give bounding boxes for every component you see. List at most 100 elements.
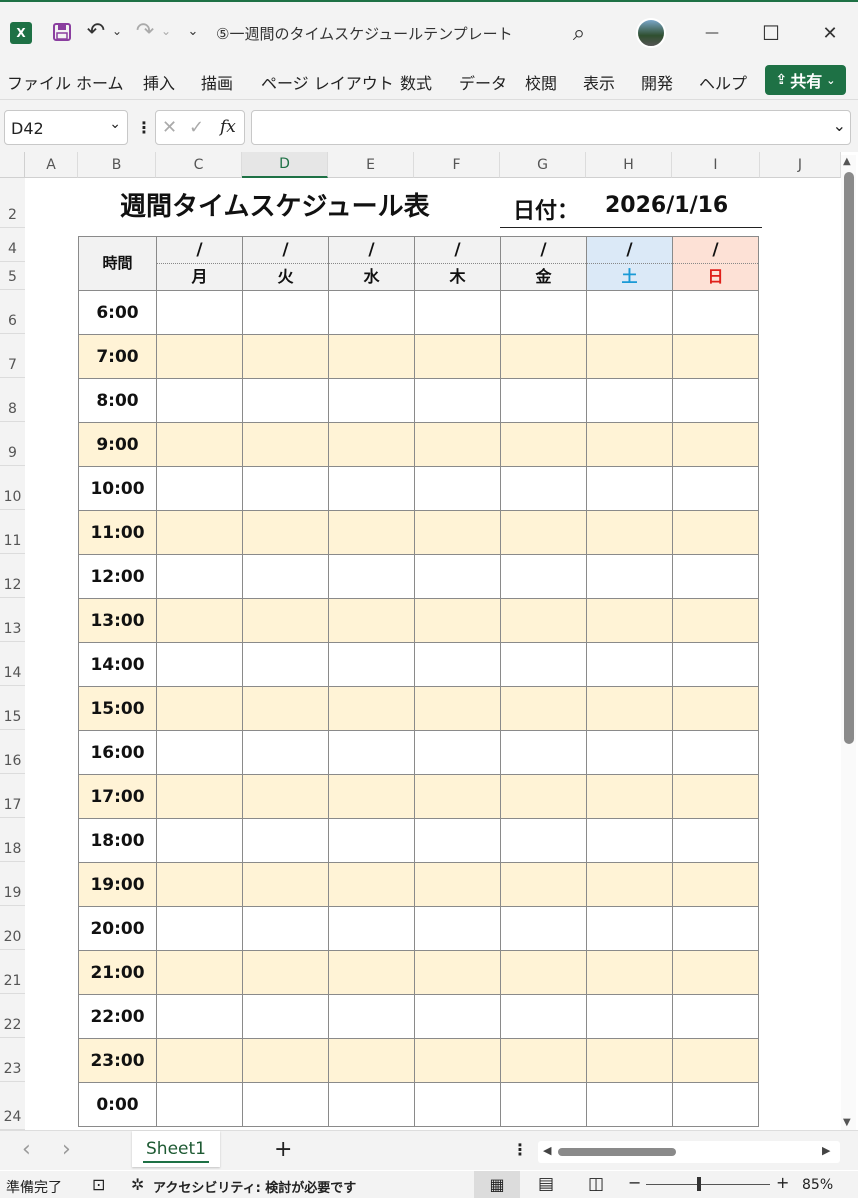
scroll-up-icon[interactable]: ▲ (843, 156, 851, 167)
row-header-9[interactable]: 9 (0, 422, 25, 466)
schedule-cell[interactable] (672, 378, 759, 423)
next-sheet-icon[interactable]: › (62, 1137, 71, 1162)
column-header-e[interactable]: E (328, 152, 414, 178)
row-header-10[interactable]: 10 (0, 466, 25, 510)
time-cell[interactable]: 13:00 (78, 598, 157, 643)
column-header-h[interactable]: H (586, 152, 672, 178)
schedule-cell[interactable] (586, 862, 673, 907)
schedule-cell[interactable] (156, 1082, 243, 1127)
schedule-cell[interactable] (242, 466, 329, 511)
zoom-slider[interactable] (646, 1184, 770, 1185)
schedule-cell[interactable] (672, 994, 759, 1039)
schedule-cell[interactable] (328, 290, 415, 335)
row-header-5[interactable]: 5 (0, 262, 25, 290)
schedule-cell[interactable] (672, 774, 759, 819)
schedule-cell[interactable] (414, 642, 501, 687)
schedule-cell[interactable] (242, 774, 329, 819)
zoom-slider-thumb[interactable] (697, 1177, 701, 1191)
schedule-cell[interactable] (414, 950, 501, 995)
row-header-24[interactable]: 24 (0, 1082, 25, 1130)
time-cell[interactable]: 22:00 (78, 994, 157, 1039)
schedule-cell[interactable] (586, 1082, 673, 1127)
schedule-cell[interactable] (500, 1082, 587, 1127)
schedule-cell[interactable] (242, 862, 329, 907)
schedule-cell[interactable] (328, 774, 415, 819)
select-all-corner[interactable] (0, 152, 25, 178)
time-cell[interactable]: 21:00 (78, 950, 157, 995)
column-header-g[interactable]: G (500, 152, 586, 178)
schedule-cell[interactable] (242, 1038, 329, 1083)
schedule-cell[interactable] (672, 422, 759, 467)
schedule-cell[interactable] (328, 818, 415, 863)
schedule-cell[interactable] (586, 774, 673, 819)
schedule-cell[interactable] (672, 862, 759, 907)
schedule-cell[interactable] (500, 774, 587, 819)
schedule-cell[interactable] (328, 642, 415, 687)
schedule-cell[interactable] (242, 510, 329, 555)
schedule-cell[interactable] (586, 818, 673, 863)
menu-review[interactable]: 校閲 (525, 70, 557, 94)
schedule-cell[interactable] (672, 950, 759, 995)
more-options-icon[interactable]: ⋮ (136, 118, 152, 137)
schedule-cell[interactable] (500, 378, 587, 423)
schedule-cell[interactable] (242, 950, 329, 995)
schedule-cell[interactable] (672, 906, 759, 951)
schedule-cell[interactable] (156, 1038, 243, 1083)
schedule-cell[interactable] (500, 334, 587, 379)
row-header-18[interactable]: 18 (0, 818, 25, 862)
schedule-cell[interactable] (328, 510, 415, 555)
schedule-cell[interactable] (672, 1038, 759, 1083)
schedule-cell[interactable] (500, 290, 587, 335)
schedule-cell[interactable] (500, 730, 587, 775)
date-label[interactable]: 日付： (513, 193, 579, 225)
schedule-cell[interactable] (672, 686, 759, 731)
schedule-cell[interactable] (586, 466, 673, 511)
zoom-level[interactable]: 85% (802, 1177, 833, 1193)
schedule-cell[interactable] (156, 510, 243, 555)
schedule-cell[interactable] (500, 554, 587, 599)
row-header-8[interactable]: 8 (0, 378, 25, 422)
search-icon[interactable]: ⌕ (566, 20, 592, 46)
schedule-cell[interactable] (586, 730, 673, 775)
redo-dropdown-icon[interactable]: ⌄ (159, 20, 173, 42)
schedule-cell[interactable] (586, 510, 673, 555)
schedule-cell[interactable] (156, 422, 243, 467)
schedule-cell[interactable] (242, 598, 329, 643)
schedule-cell[interactable] (414, 1082, 501, 1127)
schedule-cell[interactable] (328, 1082, 415, 1127)
time-cell[interactable]: 7:00 (78, 334, 157, 379)
schedule-cell[interactable] (156, 686, 243, 731)
schedule-cell[interactable] (672, 598, 759, 643)
schedule-cell[interactable] (328, 686, 415, 731)
customize-toolbar-icon[interactable]: ⌄ (184, 20, 202, 42)
schedule-cell[interactable] (242, 554, 329, 599)
row-header-15[interactable]: 15 (0, 686, 25, 730)
schedule-cell[interactable] (586, 334, 673, 379)
horizontal-scroll-thumb[interactable] (558, 1148, 676, 1156)
undo-icon[interactable]: ↶ (84, 18, 108, 44)
schedule-cell[interactable] (586, 950, 673, 995)
time-cell[interactable]: 23:00 (78, 1038, 157, 1083)
schedule-cell[interactable] (328, 378, 415, 423)
day-header-d[interactable]: / 火 (242, 236, 329, 291)
schedule-cell[interactable] (156, 950, 243, 995)
chevron-down-icon[interactable]: ⌄ (109, 116, 121, 132)
schedule-cell[interactable] (156, 554, 243, 599)
column-header-d[interactable]: D (242, 152, 328, 178)
schedule-cell[interactable] (242, 334, 329, 379)
schedule-cell[interactable] (414, 334, 501, 379)
time-cell[interactable]: 0:00 (78, 1082, 157, 1127)
schedule-cell[interactable] (414, 906, 501, 951)
schedule-cell[interactable] (242, 686, 329, 731)
time-cell[interactable]: 14:00 (78, 642, 157, 687)
page-break-view-icon[interactable]: ◫ (588, 1174, 604, 1194)
cancel-icon[interactable]: ✕ (162, 117, 177, 138)
schedule-cell[interactable] (156, 598, 243, 643)
row-header-16[interactable]: 16 (0, 730, 25, 774)
schedule-cell[interactable] (156, 290, 243, 335)
schedule-cell[interactable] (242, 642, 329, 687)
schedule-cell[interactable] (242, 818, 329, 863)
schedule-cell[interactable] (156, 466, 243, 511)
schedule-cell[interactable] (414, 422, 501, 467)
schedule-cell[interactable] (156, 730, 243, 775)
